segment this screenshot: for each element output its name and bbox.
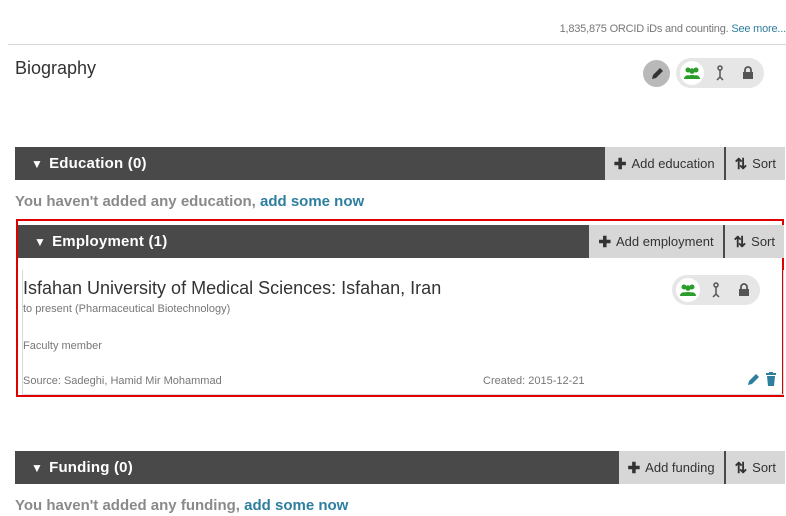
trusted-parties-icon[interactable] xyxy=(704,278,728,302)
add-funding-link[interactable]: add some now xyxy=(244,497,348,514)
add-education-button[interactable]: ✚ Add education xyxy=(604,147,724,180)
education-title: Education (0) xyxy=(49,155,147,172)
employment-section-header: ▼ Employment (1) ✚ Add employment ⇅ Sort xyxy=(18,225,784,258)
add-education-link[interactable]: add some now xyxy=(260,193,364,210)
add-education-label: Add education xyxy=(631,156,715,171)
pencil-icon xyxy=(651,67,663,79)
add-employment-button[interactable]: ✚ Add employment xyxy=(589,225,723,258)
chevron-down-icon: ▼ xyxy=(34,234,47,249)
employment-entry: Isfahan University of Medical Sciences: … xyxy=(22,270,784,395)
top-header: 1,835,875 ORCID iDs and counting. See mo… xyxy=(8,0,786,45)
trusted-parties-icon[interactable] xyxy=(708,61,732,85)
plus-icon: ✚ xyxy=(627,459,641,477)
employment-sort-button[interactable]: ⇅ Sort xyxy=(724,225,784,258)
public-icon[interactable] xyxy=(680,61,704,85)
funding-empty-message: You haven't added any funding, add some … xyxy=(15,497,348,514)
employment-source: Source: Sadeghi, Hamid Mir Mohammad xyxy=(23,375,222,387)
sort-label: Sort xyxy=(751,234,775,249)
delete-trash-icon[interactable] xyxy=(765,372,777,391)
sort-label: Sort xyxy=(752,460,776,475)
employment-actions xyxy=(747,372,777,391)
sort-icon: ⇅ xyxy=(734,155,748,173)
add-funding-label: Add funding xyxy=(645,460,715,475)
employment-org-name: Isfahan University of Medical Sciences: … xyxy=(23,278,442,298)
edit-pencil-icon[interactable] xyxy=(747,372,761,391)
edit-biography-button[interactable] xyxy=(643,60,670,87)
private-lock-icon[interactable] xyxy=(736,61,760,85)
education-toggle[interactable]: ▼ Education (0) xyxy=(15,147,603,180)
employment-title: Employment (1) xyxy=(52,233,168,250)
employment-created-date: Created: 2015-12-21 xyxy=(483,375,585,387)
see-more-link[interactable]: See more... xyxy=(731,23,786,35)
employment-role: Faculty member xyxy=(23,340,102,352)
biography-heading: Biography xyxy=(15,58,97,78)
funding-toggle[interactable]: ▼ Funding (0) xyxy=(15,451,617,484)
education-empty-text: You haven't added any education, xyxy=(15,193,256,210)
sort-label: Sort xyxy=(752,156,776,171)
orcid-count: 1,835,875 ORCID iDs and counting. See mo… xyxy=(560,23,786,35)
sort-icon: ⇅ xyxy=(733,233,747,251)
employment-period: to present (Pharmaceutical Biotechnology… xyxy=(23,303,231,315)
employment-toggle[interactable]: ▼ Employment (1) xyxy=(18,225,587,258)
plus-icon: ✚ xyxy=(598,233,612,251)
employment-privacy-selector[interactable] xyxy=(672,275,760,305)
public-icon[interactable] xyxy=(676,278,700,302)
chevron-down-icon: ▼ xyxy=(31,156,44,171)
funding-section-header: ▼ Funding (0) ✚ Add funding ⇅ Sort xyxy=(15,451,785,484)
biography-privacy-selector[interactable] xyxy=(676,58,764,88)
private-lock-icon[interactable] xyxy=(732,278,756,302)
education-section-header: ▼ Education (0) ✚ Add education ⇅ Sort xyxy=(15,147,785,180)
funding-sort-button[interactable]: ⇅ Sort xyxy=(725,451,785,484)
education-empty-message: You haven't added any education, add som… xyxy=(15,193,364,210)
chevron-down-icon: ▼ xyxy=(31,460,44,475)
add-funding-button[interactable]: ✚ Add funding xyxy=(618,451,724,484)
education-sort-button[interactable]: ⇅ Sort xyxy=(725,147,785,180)
funding-empty-text: You haven't added any funding, xyxy=(15,497,240,514)
orcid-count-text: 1,835,875 ORCID iDs and counting. xyxy=(559,23,729,35)
plus-icon: ✚ xyxy=(613,155,627,173)
funding-title: Funding (0) xyxy=(49,459,133,476)
add-employment-label: Add employment xyxy=(616,234,714,249)
sort-icon: ⇅ xyxy=(734,459,748,477)
